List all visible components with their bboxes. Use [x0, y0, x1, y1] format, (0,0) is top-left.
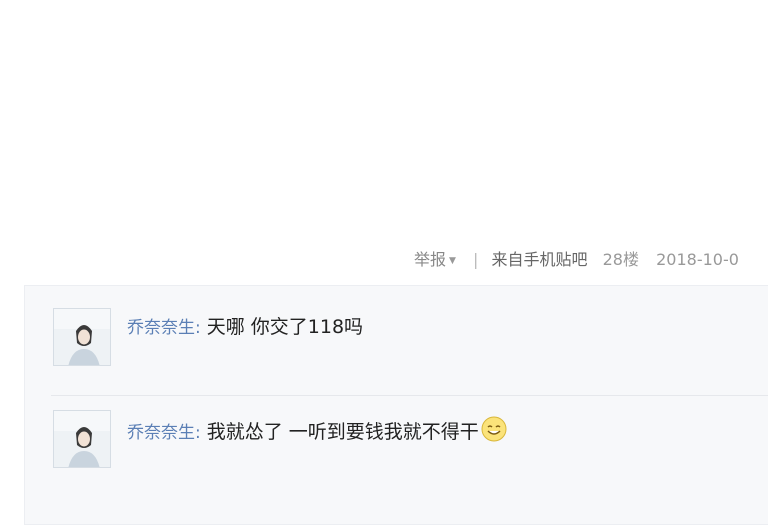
user-avatar-icon [54, 309, 110, 365]
reply-username[interactable]: 乔奈奈生: [127, 318, 201, 338]
user-avatar-icon [54, 411, 110, 467]
avatar[interactable] [53, 308, 111, 366]
report-link[interactable]: 举报 ▼ [414, 246, 456, 274]
reply-text: 乔奈奈生: 天哪 你交了118吗 [127, 314, 363, 341]
reply-item: 乔奈奈生: 我就怂了 一听到要钱我就不得干 [53, 410, 768, 490]
reply-divider [51, 395, 768, 396]
reply-username[interactable]: 乔奈奈生: [127, 423, 201, 443]
reply-text: 乔奈奈生: 我就怂了 一听到要钱我就不得干 [127, 416, 507, 449]
floor-number: 28楼 [602, 250, 639, 269]
post-meta-bar: 举报 ▼ | 来自手机贴吧 28楼 2018-10-0 [408, 246, 768, 274]
meta-separator: | [473, 250, 479, 269]
post-source[interactable]: 来自手机贴吧 [492, 246, 588, 274]
reply-content: 天哪 你交了118吗 [206, 316, 364, 338]
reply-content: 我就怂了 一听到要钱我就不得干 [206, 421, 479, 443]
post-date: 2018-10-0 [656, 250, 739, 269]
avatar[interactable] [53, 410, 111, 468]
chevron-down-icon: ▼ [449, 256, 456, 266]
reply-list: 乔奈奈生:天哪 你交了118吗 2 乔奈奈生:我就怂了 一听到要钱我就不得干 [24, 285, 768, 525]
reply-item: 乔奈奈生:天哪 你交了118吗 2 [53, 308, 768, 388]
smiley-emoji-icon [481, 416, 507, 449]
